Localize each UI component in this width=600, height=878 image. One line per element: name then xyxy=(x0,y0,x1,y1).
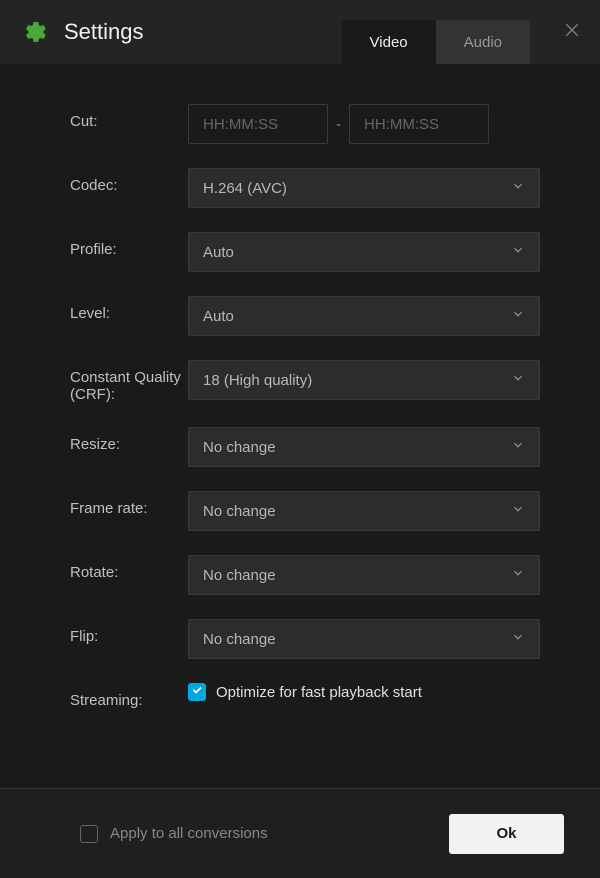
row-rotate: Rotate: No change xyxy=(70,555,540,595)
flip-select-value: No change xyxy=(203,631,276,648)
chevron-down-icon xyxy=(511,502,525,520)
resize-select-value: No change xyxy=(203,439,276,456)
crf-select-value: 18 (High quality) xyxy=(203,372,312,389)
footer: Apply to all conversions Ok xyxy=(0,788,600,878)
codec-select[interactable]: H.264 (AVC) xyxy=(188,168,540,208)
label-profile: Profile: xyxy=(70,232,188,258)
chevron-down-icon xyxy=(511,371,525,389)
rotate-select-value: No change xyxy=(203,567,276,584)
tab-audio[interactable]: Audio xyxy=(436,20,530,64)
page-title: Settings xyxy=(64,19,144,45)
label-flip: Flip: xyxy=(70,619,188,645)
apply-all-checkbox[interactable] xyxy=(80,825,98,843)
rotate-select[interactable]: No change xyxy=(188,555,540,595)
cut-dash: - xyxy=(336,116,341,133)
flip-select[interactable]: No change xyxy=(188,619,540,659)
profile-select-value: Auto xyxy=(203,244,234,261)
row-cut: Cut: - xyxy=(70,104,540,144)
row-resize: Resize: No change xyxy=(70,427,540,467)
settings-content: Cut: - Codec: H.264 (AVC) Profile: Auto … xyxy=(0,64,600,788)
chevron-down-icon xyxy=(511,566,525,584)
level-select-value: Auto xyxy=(203,308,234,325)
row-framerate: Frame rate: No change xyxy=(70,491,540,531)
check-icon xyxy=(191,683,203,701)
streaming-checkbox[interactable] xyxy=(188,683,206,701)
row-streaming: Streaming: Optimize for fast playback st… xyxy=(70,683,540,709)
close-icon xyxy=(562,20,582,45)
label-level: Level: xyxy=(70,296,188,322)
label-codec: Codec: xyxy=(70,168,188,194)
label-resize: Resize: xyxy=(70,427,188,453)
label-cut: Cut: xyxy=(70,104,188,130)
row-profile: Profile: Auto xyxy=(70,232,540,272)
tab-video[interactable]: Video xyxy=(342,20,436,64)
label-rotate: Rotate: xyxy=(70,555,188,581)
cut-to-input[interactable] xyxy=(349,104,489,144)
row-flip: Flip: No change xyxy=(70,619,540,659)
apply-all-label: Apply to all conversions xyxy=(110,825,268,842)
footer-left: Apply to all conversions xyxy=(80,825,268,843)
chevron-down-icon xyxy=(511,179,525,197)
tabs-container: Video Audio xyxy=(342,20,530,64)
label-streaming: Streaming: xyxy=(70,683,188,709)
label-framerate: Frame rate: xyxy=(70,491,188,517)
settings-header: Settings Video Audio xyxy=(0,0,600,64)
row-codec: Codec: H.264 (AVC) xyxy=(70,168,540,208)
level-select[interactable]: Auto xyxy=(188,296,540,336)
close-button[interactable] xyxy=(560,20,584,44)
chevron-down-icon xyxy=(511,243,525,261)
chevron-down-icon xyxy=(511,630,525,648)
codec-select-value: H.264 (AVC) xyxy=(203,180,287,197)
framerate-select-value: No change xyxy=(203,503,276,520)
row-crf: Constant Quality (CRF): 18 (High quality… xyxy=(70,360,540,403)
ok-button[interactable]: Ok xyxy=(449,814,564,854)
chevron-down-icon xyxy=(511,307,525,325)
label-crf: Constant Quality (CRF): xyxy=(70,360,188,403)
gear-icon xyxy=(24,20,48,44)
cut-controls: - xyxy=(188,104,540,144)
framerate-select[interactable]: No change xyxy=(188,491,540,531)
streaming-controls: Optimize for fast playback start xyxy=(188,683,540,701)
streaming-checkbox-label: Optimize for fast playback start xyxy=(216,684,422,701)
profile-select[interactable]: Auto xyxy=(188,232,540,272)
resize-select[interactable]: No change xyxy=(188,427,540,467)
row-level: Level: Auto xyxy=(70,296,540,336)
crf-select[interactable]: 18 (High quality) xyxy=(188,360,540,400)
cut-from-input[interactable] xyxy=(188,104,328,144)
chevron-down-icon xyxy=(511,438,525,456)
